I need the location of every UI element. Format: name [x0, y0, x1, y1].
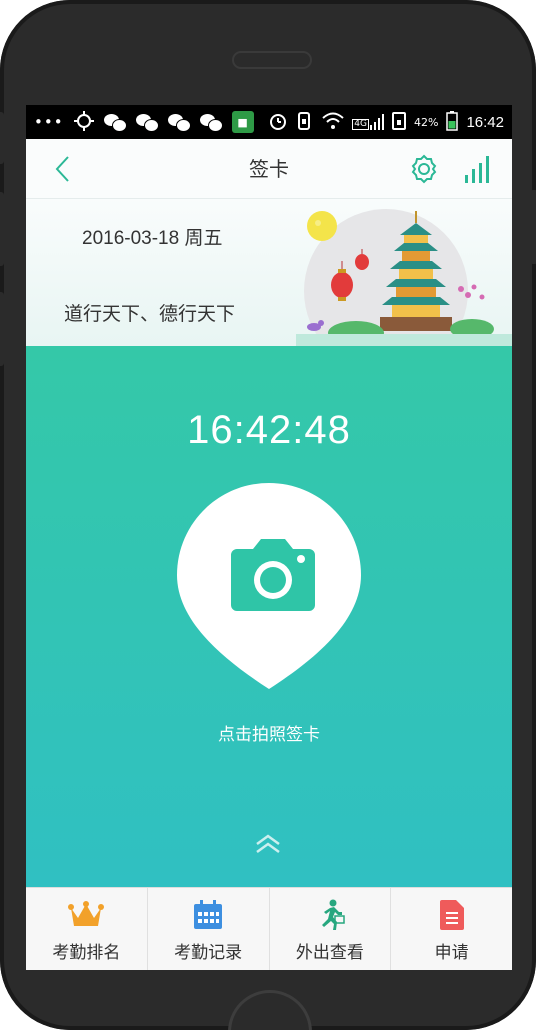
- phone-frame: ••• ■ 4G 42% 16:42 签卡 2016-03-18 周五 道行天下…: [0, 0, 536, 1030]
- take-photo-check-in-button[interactable]: [177, 483, 361, 689]
- wechat-icon: [103, 113, 127, 132]
- runner-icon: [321, 899, 345, 930]
- photo-hint-text: 点击拍照签卡: [218, 725, 320, 745]
- double-chevron-up-icon[interactable]: [254, 833, 282, 855]
- wechat-icon: [135, 113, 159, 132]
- tab-label: 外出查看: [295, 943, 364, 963]
- statistics-button[interactable]: [462, 153, 494, 185]
- tab-outing-view[interactable]: 外出查看: [270, 888, 392, 970]
- bottom-tab-bar: 考勤排名 考勤记录 外出查看 申请: [26, 887, 512, 970]
- vibrate-icon: [296, 111, 314, 134]
- check-in-panel: 16:42:48 点击拍照签卡: [26, 346, 512, 887]
- screen: ••• ■ 4G 42% 16:42 签卡 2016-03-18 周五 道行天下…: [26, 105, 512, 970]
- current-date: 2016-03-18 周五: [82, 228, 223, 249]
- tab-label: 考勤记录: [174, 943, 243, 963]
- bar-signal-icon: [465, 156, 489, 183]
- sim-icon: [392, 111, 406, 133]
- nav-bar: 签卡: [26, 139, 512, 199]
- status-time: 16:42: [466, 113, 504, 131]
- tab-label: 申请: [434, 943, 469, 963]
- location-crosshair-icon: [73, 110, 94, 134]
- settings-button[interactable]: [408, 153, 440, 185]
- cell-signal-icon: 4G: [352, 114, 384, 130]
- gear-icon: [411, 154, 437, 184]
- network-type: 4G: [352, 119, 369, 130]
- wechat-icon: [167, 113, 191, 132]
- wechat-icon: [199, 113, 223, 132]
- company-motto: 道行天下、德行天下: [64, 303, 236, 325]
- power-button: [530, 190, 536, 264]
- live-clock: 16:42:48: [187, 408, 351, 452]
- wifi-icon: [322, 112, 344, 133]
- tab-label: 考勤排名: [52, 943, 121, 963]
- earpiece-speaker: [232, 51, 312, 69]
- document-icon: [439, 900, 464, 930]
- crown-icon: [68, 901, 105, 926]
- date-banner: 2016-03-18 周五 道行天下、德行天下: [26, 199, 512, 346]
- status-bar: ••• ■ 4G 42% 16:42: [26, 105, 512, 139]
- battery-percent: 42%: [414, 115, 439, 129]
- pagoda-illustration: [296, 209, 512, 346]
- battery-icon: [446, 110, 459, 134]
- volume-up-button: [0, 192, 4, 266]
- home-button[interactable]: [228, 990, 312, 1030]
- tab-attendance-ranking[interactable]: 考勤排名: [26, 888, 148, 970]
- calendar-icon: [194, 900, 223, 929]
- app-notification-icon: ■: [231, 111, 254, 133]
- more-dots-icon: •••: [34, 112, 64, 131]
- volume-down-button: [0, 292, 4, 366]
- silent-switch: [0, 112, 4, 164]
- alarm-icon: [268, 111, 288, 134]
- tab-attendance-records[interactable]: 考勤记录: [148, 888, 270, 970]
- tab-application[interactable]: 申请: [391, 888, 512, 970]
- camera-icon: [231, 539, 315, 611]
